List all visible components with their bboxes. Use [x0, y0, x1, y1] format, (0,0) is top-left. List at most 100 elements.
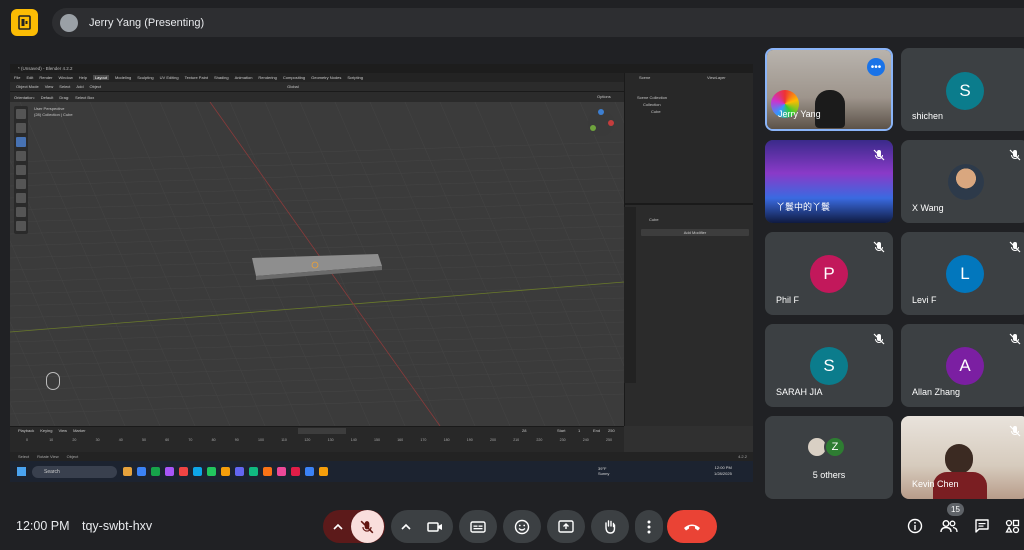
add-cube-tool[interactable] — [16, 221, 26, 231]
taskbar-app-icon[interactable] — [179, 467, 188, 476]
rotate-tool[interactable] — [16, 151, 26, 161]
participant-tile-sarah-jia[interactable]: S SARAH JIA — [765, 324, 893, 407]
taskbar-clock[interactable]: 12:00 PM 1/28/2025 — [714, 465, 732, 477]
3d-viewport[interactable]: User Perspective (28) Collection | Cube — [10, 102, 624, 426]
people-button[interactable]: 15 — [935, 503, 964, 540]
leave-call-button[interactable] — [667, 510, 717, 543]
chat-icon — [975, 519, 989, 533]
workspace-tab[interactable]: Texture Paint — [185, 75, 208, 80]
timeline-menu-item[interactable]: Keying — [40, 428, 52, 433]
workspace-tab[interactable]: Animation — [235, 75, 253, 80]
participant-tile-kevin-chen[interactable]: Kevin Chen — [901, 416, 1024, 499]
workspace-tab[interactable]: Geometry Nodes — [311, 75, 341, 80]
properties-tabs[interactable] — [624, 207, 636, 383]
camera-toggle-button[interactable] — [419, 510, 452, 543]
timeline[interactable]: Playback Keying View Marker 28 Start 1 End … — [10, 426, 624, 452]
taskbar-app-icon[interactable] — [277, 467, 286, 476]
participant-tile-shichen[interactable]: S shichen — [901, 48, 1024, 131]
chat-button[interactable] — [968, 512, 996, 540]
blender-menu-item[interactable]: Render — [39, 75, 52, 80]
raise-hand-button[interactable] — [591, 510, 629, 543]
tool-setting[interactable]: Drag: — [59, 95, 69, 100]
shared-screen[interactable]: * (Unsaved) - Blender 4.2.2 File Edit Rend… — [10, 64, 753, 482]
taskbar-app-icon[interactable] — [151, 467, 160, 476]
taskbar-app-icon[interactable] — [165, 467, 174, 476]
taskbar-app-icon[interactable] — [305, 467, 314, 476]
taskbar-app-icon[interactable] — [193, 467, 202, 476]
mic-off-icon — [1009, 425, 1021, 437]
timeline-menu-item[interactable]: View — [58, 428, 67, 433]
activities-button[interactable] — [998, 512, 1024, 540]
taskbar-app-icon[interactable] — [221, 467, 230, 476]
camera-options-button[interactable] — [393, 510, 419, 543]
taskbar-app-icon[interactable] — [207, 467, 216, 476]
outliner-row[interactable]: Collection — [643, 102, 661, 107]
annotate-tool[interactable] — [16, 193, 26, 203]
end-frame[interactable]: 250 — [608, 428, 615, 433]
measure-tool[interactable] — [16, 207, 26, 217]
cursor-tool[interactable] — [16, 123, 26, 133]
reactions-button[interactable] — [503, 510, 541, 543]
current-frame[interactable]: 28 — [522, 428, 526, 433]
viewport-menu-item[interactable]: View — [45, 84, 54, 89]
timeline-menu-item[interactable]: Playback — [18, 428, 34, 433]
workspace-tab[interactable]: UV Editing — [160, 75, 179, 80]
select-tool[interactable] — [16, 109, 26, 119]
mic-toggle-button[interactable] — [350, 510, 384, 543]
blender-menu-item[interactable]: File — [14, 75, 20, 80]
viewport-menu-item[interactable]: Object Mode — [16, 84, 39, 89]
transform-orientation[interactable]: Global — [287, 84, 299, 89]
workspace-tab[interactable]: Sculpting — [137, 75, 153, 80]
viewport-menu-item[interactable]: Object — [90, 84, 102, 89]
taskbar-app-icon[interactable] — [249, 467, 258, 476]
participant-tile-levi-f[interactable]: L Levi F — [901, 232, 1024, 315]
outliner-row[interactable]: Scene Collection — [637, 95, 667, 100]
viewport-menu-item[interactable]: Select — [59, 84, 70, 89]
add-modifier-button[interactable]: Add Modifier — [641, 229, 749, 236]
taskbar-app-icon[interactable] — [123, 467, 132, 476]
workspace-tab[interactable]: Shading — [214, 75, 229, 80]
blender-menu-item[interactable]: Help — [79, 75, 87, 80]
timeline-menu-item[interactable]: Marker — [73, 428, 85, 433]
workspace-tab[interactable]: Modeling — [115, 75, 131, 80]
participant-tile-guest[interactable]: 丫鬟中的丫鬟 — [765, 140, 893, 223]
windows-start-icon[interactable] — [17, 467, 26, 476]
options-dropdown[interactable]: Options — [597, 94, 611, 99]
move-tool[interactable] — [16, 137, 26, 147]
present-screen-button[interactable] — [547, 510, 585, 543]
participant-tile-jerry-yang[interactable]: ••• Jerry Yang — [765, 48, 893, 131]
workspace-tab[interactable]: Rendering — [258, 75, 276, 80]
navigation-gizmo[interactable] — [586, 108, 616, 138]
blender-menu-item[interactable]: Window — [58, 75, 72, 80]
tool-setting[interactable]: Orientation: — [14, 95, 35, 100]
start-frame[interactable]: 1 — [578, 428, 580, 433]
workspace-tab[interactable]: Layout — [92, 75, 109, 80]
tool-setting[interactable]: Select Box — [75, 95, 94, 100]
workspace-tab[interactable]: Compositing — [283, 75, 305, 80]
participant-tile-others[interactable]: Z 5 others — [765, 416, 893, 499]
taskbar-app-icon[interactable] — [291, 467, 300, 476]
taskbar-app-icon[interactable] — [319, 467, 328, 476]
taskbar-app-icon[interactable] — [235, 467, 244, 476]
workspace-tab[interactable]: Scripting — [347, 75, 363, 80]
weather-widget[interactable]: 39°F Sunny — [598, 466, 609, 476]
viewport-menu-item[interactable]: Add — [76, 84, 83, 89]
playback-controls[interactable] — [298, 428, 346, 434]
outliner-row[interactable]: Cube — [651, 109, 661, 114]
blender-menu-item[interactable]: Edit — [26, 75, 33, 80]
scale-tool[interactable] — [16, 165, 26, 175]
transform-tool[interactable] — [16, 179, 26, 189]
meeting-details-button[interactable] — [901, 512, 929, 540]
more-options-icon[interactable]: ••• — [867, 58, 885, 76]
tool-setting[interactable]: Default — [41, 95, 54, 100]
meeting-code[interactable]: tqy-swbt-hxv — [82, 519, 152, 533]
participant-tile-phil-f[interactable]: P Phil F — [765, 232, 893, 315]
taskbar-app-icon[interactable] — [263, 467, 272, 476]
more-options-button[interactable] — [635, 510, 663, 543]
captions-button[interactable] — [459, 510, 497, 543]
taskbar-app-icon[interactable] — [137, 467, 146, 476]
taskbar-search[interactable]: Search — [32, 465, 117, 478]
mic-options-button[interactable] — [325, 510, 351, 543]
participant-tile-allan-zhang[interactable]: A Allan Zhang — [901, 324, 1024, 407]
participant-tile-x-wang[interactable]: X Wang — [901, 140, 1024, 223]
